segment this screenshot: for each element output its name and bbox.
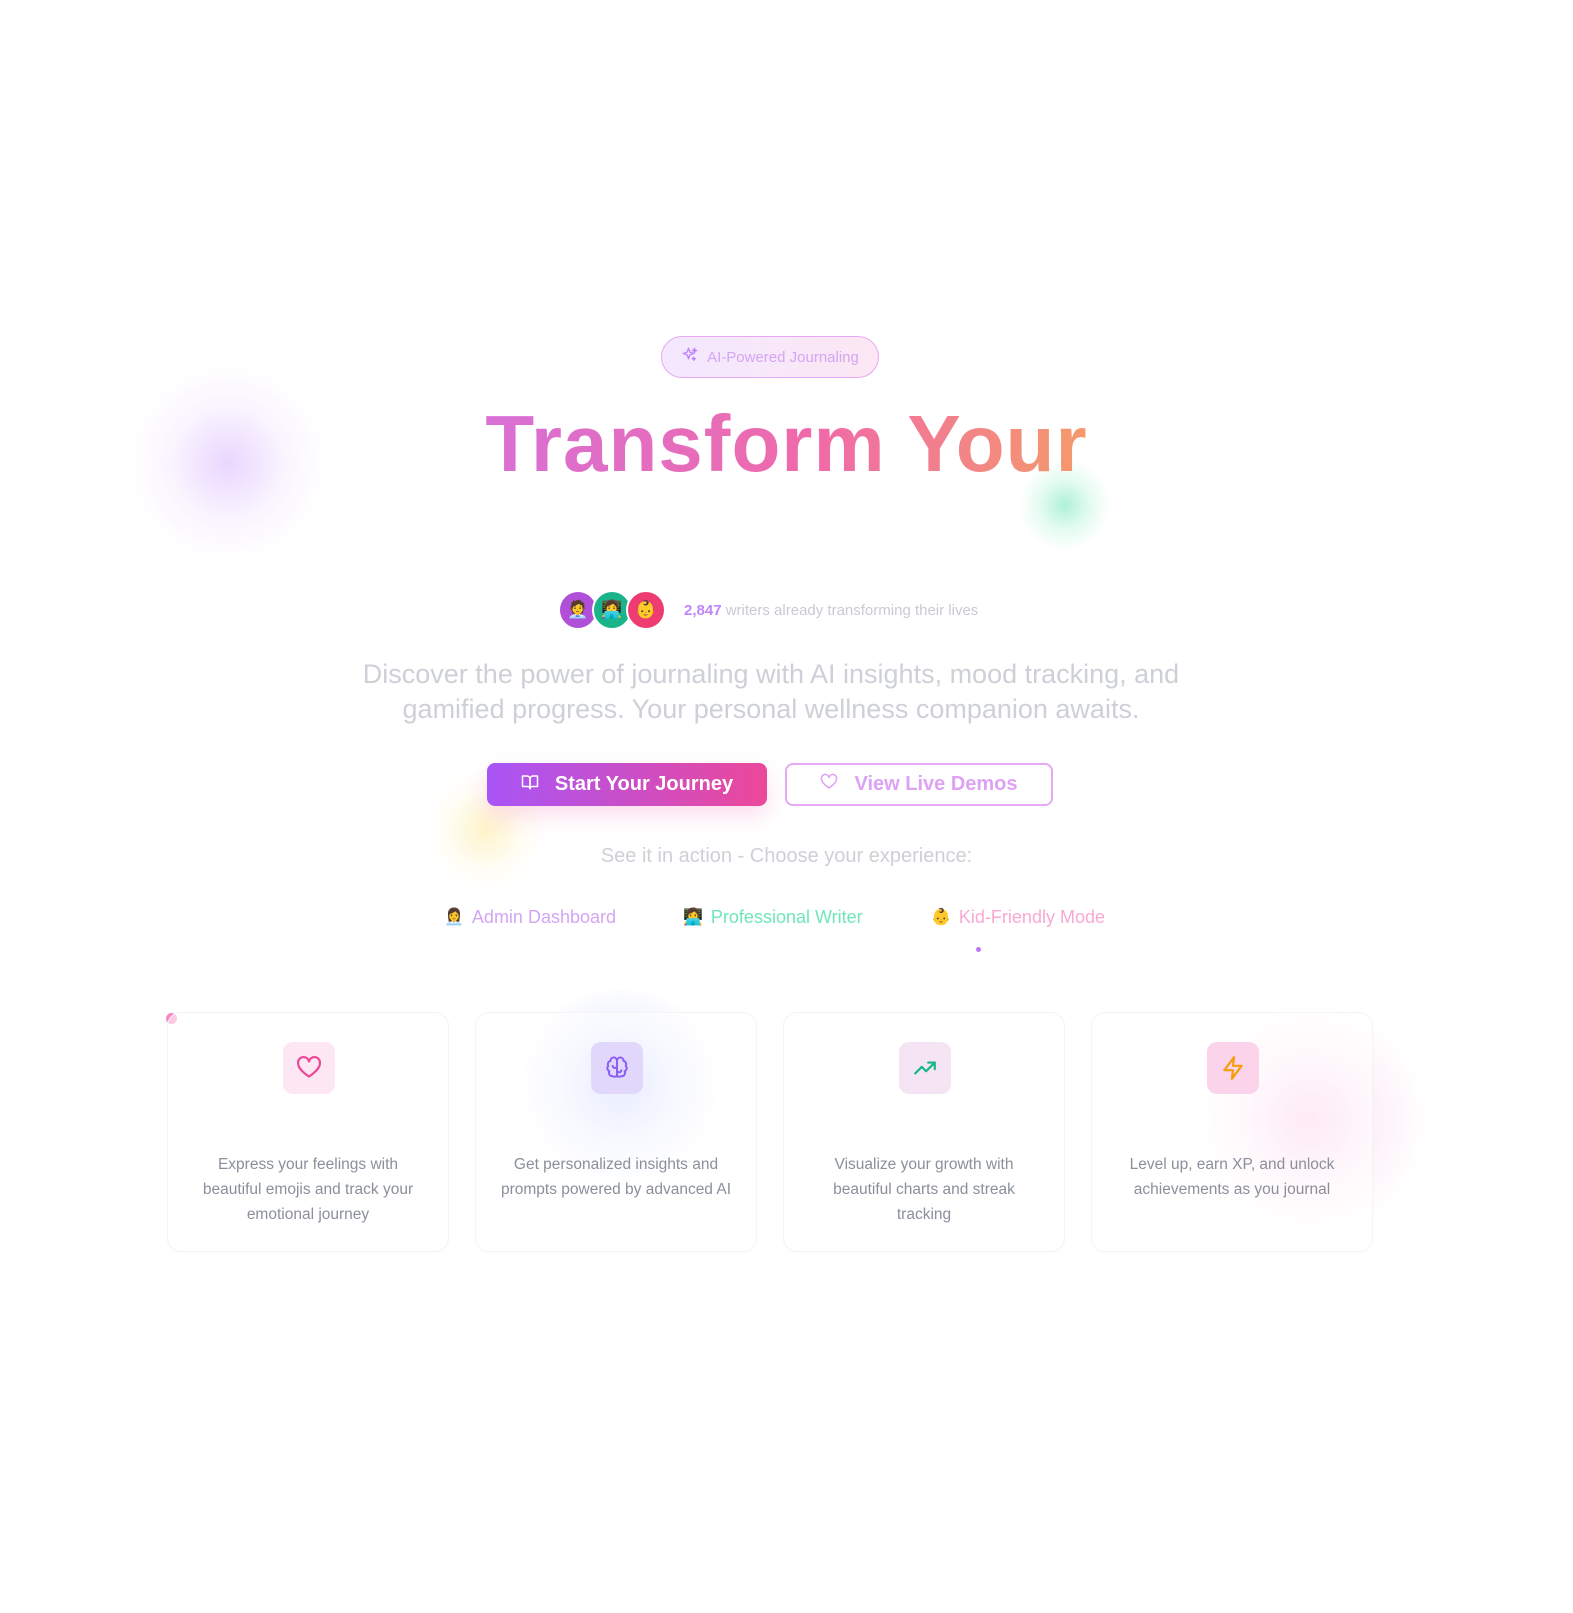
ai-badge-label: AI-Powered Journaling bbox=[707, 348, 859, 366]
demo-link-label: Kid-Friendly Mode bbox=[958, 906, 1105, 927]
kid-emoji-icon: 👶 bbox=[931, 909, 951, 926]
sparkles-icon bbox=[681, 346, 699, 368]
book-open-icon bbox=[521, 773, 539, 797]
heart-icon bbox=[820, 773, 838, 797]
social-proof: 🧑‍💼 👩‍💻 👶 2,847 writers already transfor… bbox=[558, 590, 978, 630]
writer-count-caption: writers already transforming their lives bbox=[725, 601, 979, 619]
writer-emoji-icon: 👩‍💻 bbox=[683, 909, 703, 926]
feature-description: Express your feelings with beautiful emo… bbox=[202, 1156, 414, 1223]
brain-icon bbox=[591, 1042, 643, 1094]
start-journey-label: Start Your Journey bbox=[554, 773, 734, 795]
social-proof-text: 2,847 writers already transforming their… bbox=[684, 602, 978, 619]
feature-description: Level up, earn XP, and unlock achievemen… bbox=[1129, 1156, 1335, 1198]
ai-badge: AI-Powered Journaling bbox=[661, 336, 879, 378]
feature-card-mood: Express your feelings with beautiful emo… bbox=[167, 1012, 449, 1252]
demo-link-label: Admin Dashboard bbox=[471, 906, 617, 927]
view-demos-button[interactable]: View Live Demos bbox=[785, 763, 1053, 806]
admin-emoji-icon: 👩‍💼 bbox=[444, 909, 464, 926]
avatar-stack: 🧑‍💼 👩‍💻 👶 bbox=[558, 590, 666, 630]
feature-card-gamification: Level up, earn XP, and unlock achievemen… bbox=[1091, 1012, 1373, 1252]
demo-prompt: See it in action - Choose your experienc… bbox=[600, 845, 973, 867]
writer-count: 2,847 bbox=[684, 601, 722, 619]
lightning-icon bbox=[1207, 1042, 1259, 1094]
feature-description: Get personalized insights and prompts po… bbox=[500, 1156, 732, 1198]
start-journey-button[interactable]: Start Your Journey bbox=[487, 763, 767, 806]
decorative-dot-purple bbox=[976, 947, 981, 952]
hero-title: Transform Your bbox=[485, 399, 1088, 488]
avatar: 👶 bbox=[626, 590, 666, 630]
heart-icon bbox=[283, 1042, 335, 1094]
demo-link-kid-friendly-mode[interactable]: 👶 Kid-Friendly Mode bbox=[931, 905, 1105, 929]
demo-link-admin-dashboard[interactable]: 👩‍💼 Admin Dashboard bbox=[444, 905, 616, 929]
feature-description: Visualize your growth with beautiful cha… bbox=[833, 1156, 1015, 1223]
feature-card-ai: Get personalized insights and prompts po… bbox=[475, 1012, 757, 1252]
demo-link-professional-writer[interactable]: 👩‍💻 Professional Writer bbox=[683, 905, 863, 929]
trending-up-icon bbox=[899, 1042, 951, 1094]
feature-card-growth: Visualize your growth with beautiful cha… bbox=[783, 1012, 1065, 1252]
hero-subtitle: Discover the power of journaling with AI… bbox=[362, 659, 1180, 724]
view-demos-label: View Live Demos bbox=[854, 773, 1018, 795]
demo-link-label: Professional Writer bbox=[710, 906, 863, 927]
